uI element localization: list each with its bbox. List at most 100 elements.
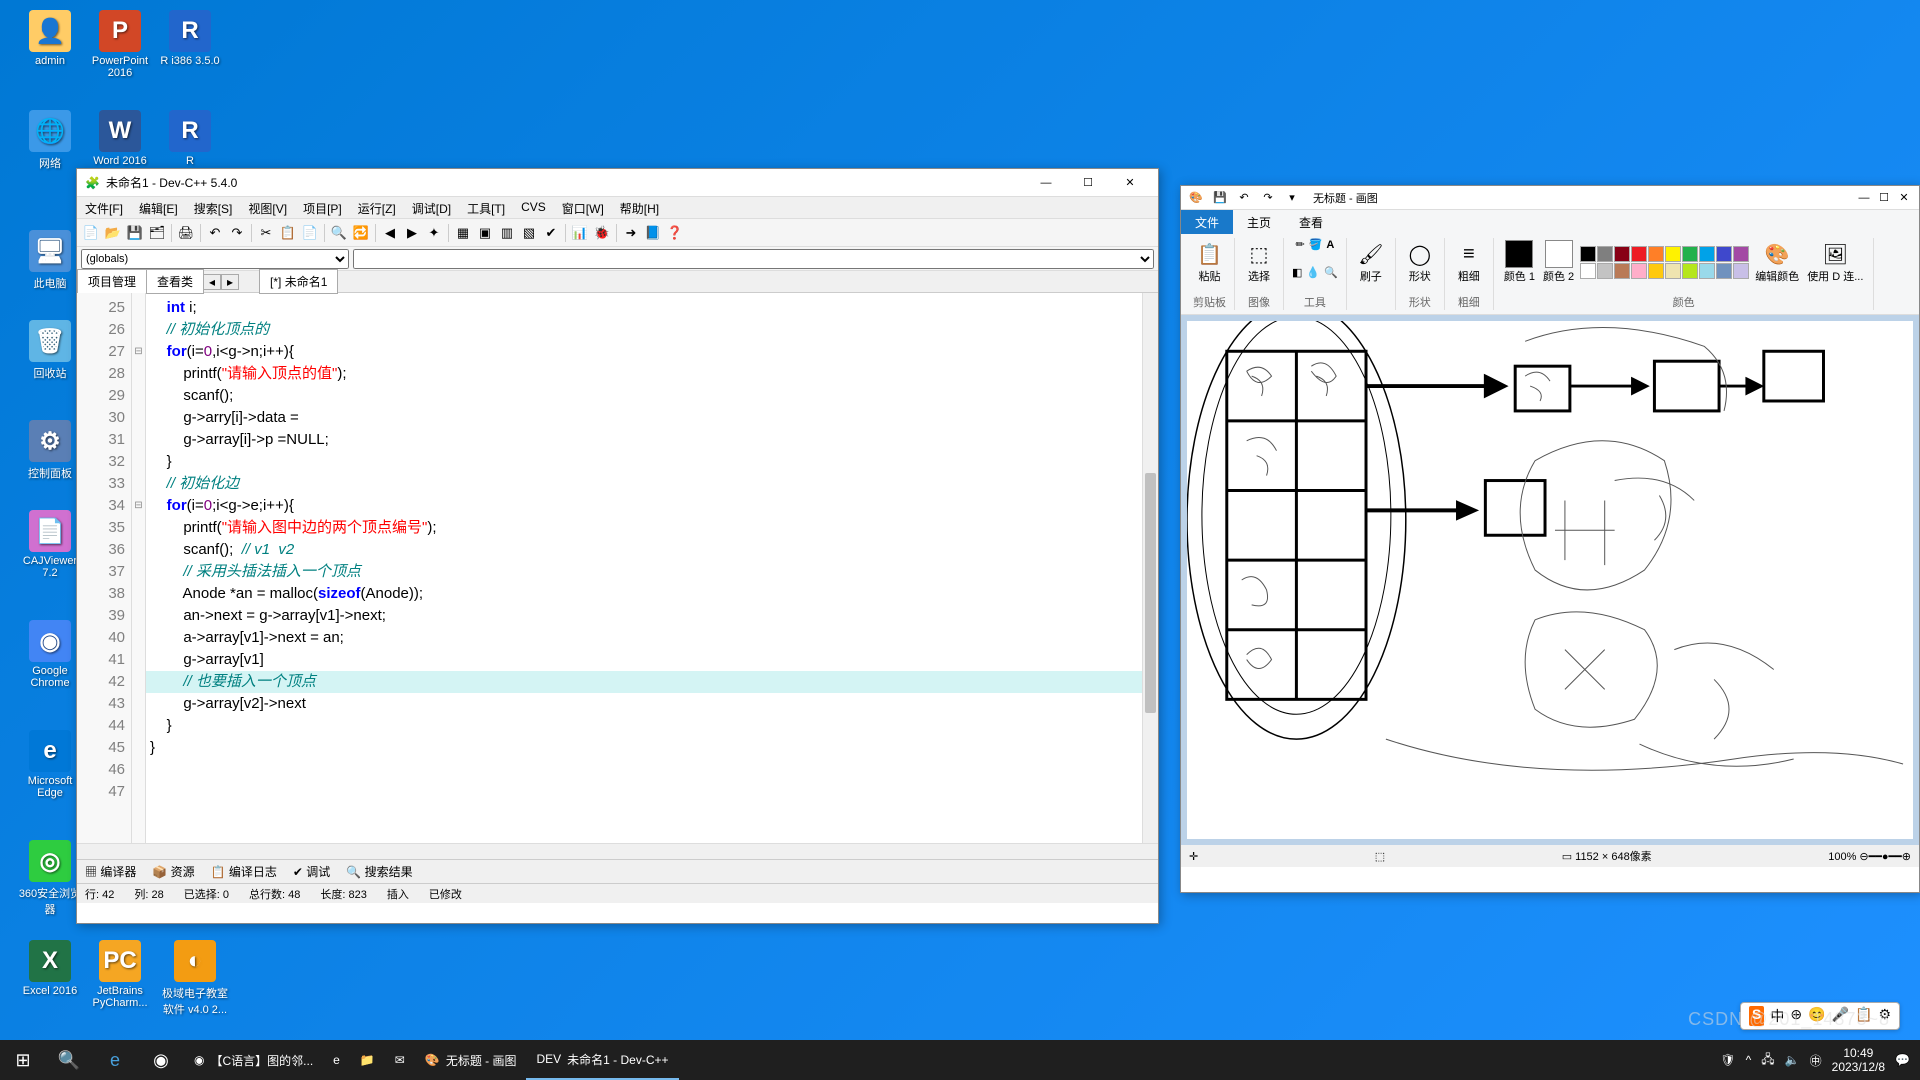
menu-item[interactable]: 运行[Z]: [350, 197, 404, 218]
zoom-icon[interactable]: 🔍: [1324, 266, 1338, 279]
color-swatch[interactable]: [1682, 246, 1698, 262]
color2-button[interactable]: 颜色 2: [1541, 238, 1576, 286]
tray-vol-icon[interactable]: 🔈: [1785, 1053, 1800, 1067]
desktop-icon[interactable]: WWord 2016: [85, 110, 155, 167]
desktop-icon[interactable]: PCJetBrains PyCharm...: [85, 940, 155, 1009]
system-tray[interactable]: 🛡 ^ 🖧 🔈 ㊥ 10:492023/12/8 💬: [1710, 1046, 1920, 1075]
print-icon[interactable]: 🖨: [176, 223, 196, 243]
paste-icon[interactable]: 📄: [300, 223, 320, 243]
color-swatch[interactable]: [1699, 246, 1715, 262]
rebuild-icon[interactable]: ▧: [519, 223, 539, 243]
taskbar-item[interactable]: 🎨无标题 - 画图: [415, 1040, 527, 1080]
minimize-button[interactable]: —: [1026, 171, 1066, 195]
menu-item[interactable]: CVS: [513, 197, 554, 218]
color-palette[interactable]: [1580, 246, 1749, 279]
undo-icon[interactable]: ↶: [205, 223, 225, 243]
color-swatch[interactable]: [1631, 246, 1647, 262]
fwd-icon[interactable]: ▶: [402, 223, 422, 243]
tab-project[interactable]: 项目管理: [77, 269, 147, 294]
redo-icon[interactable]: ↷: [227, 223, 247, 243]
bottom-tab[interactable]: ▦ 编译器: [77, 860, 144, 883]
globals-select[interactable]: (globals): [81, 249, 349, 269]
tab-nav-right[interactable]: ▸: [221, 274, 239, 290]
desktop-icon[interactable]: 🖥此电脑: [15, 230, 85, 291]
tray-shield-icon[interactable]: 🛡: [1720, 1053, 1735, 1067]
devcpp-titlebar[interactable]: 🧩 未命名1 - Dev-C++ 5.4.0 — ☐ ✕: [77, 169, 1158, 197]
menu-item[interactable]: 窗口[W]: [554, 197, 612, 218]
color-swatch[interactable]: [1648, 263, 1664, 279]
vscrollbar[interactable]: [1142, 293, 1158, 843]
debug2-icon[interactable]: 🐞: [592, 223, 612, 243]
pencil-icon[interactable]: ✏: [1295, 238, 1304, 251]
bottom-tab[interactable]: ✔ 调试: [285, 860, 338, 883]
debug-icon[interactable]: ✔: [541, 223, 561, 243]
taskbar-item[interactable]: e: [323, 1040, 350, 1080]
desktop-icon[interactable]: ⚙控制面板: [15, 420, 85, 481]
profile-icon[interactable]: 📊: [570, 223, 590, 243]
bookmark-icon[interactable]: ✦: [424, 223, 444, 243]
start-button[interactable]: ⊞: [0, 1040, 46, 1080]
bottom-tab[interactable]: 📋 编译日志: [203, 860, 285, 883]
minimize-button[interactable]: —: [1855, 189, 1873, 207]
edge-icon[interactable]: e: [92, 1040, 138, 1080]
doc-tab[interactable]: [*] 未命名1: [259, 269, 338, 294]
color-swatch[interactable]: [1580, 246, 1596, 262]
cut-icon[interactable]: ✂: [256, 223, 276, 243]
compilerun-icon[interactable]: ▥: [497, 223, 517, 243]
color-swatch[interactable]: [1733, 246, 1749, 262]
goto-icon[interactable]: ➜: [621, 223, 641, 243]
tab-classes[interactable]: 查看类: [146, 269, 204, 294]
menu-item[interactable]: 文件[F]: [77, 197, 131, 218]
color-swatch[interactable]: [1733, 263, 1749, 279]
menu-item[interactable]: 编辑[E]: [131, 197, 186, 218]
color-swatch[interactable]: [1716, 246, 1732, 262]
menu-item[interactable]: 工具[T]: [459, 197, 513, 218]
fill-icon[interactable]: 🪣: [1309, 238, 1323, 251]
desktop-icon[interactable]: 🌐网络: [15, 110, 85, 171]
open-icon[interactable]: 📂: [103, 223, 123, 243]
select-button[interactable]: ⬚选择: [1243, 238, 1275, 286]
code-editor[interactable]: 2526272829303132333435363738394041424344…: [77, 293, 1158, 843]
desktop-icon[interactable]: XExcel 2016: [15, 940, 85, 997]
maximize-button[interactable]: ☐: [1068, 171, 1108, 195]
code-area[interactable]: int i; // 初始化顶点的 for(i=0,i<g->n;i++){ pr…: [146, 293, 1142, 843]
desktop-icon[interactable]: 👤admin: [15, 10, 85, 67]
desktop-icon[interactable]: ◐极域电子教室软件 v4.0 2...: [160, 940, 230, 1017]
color-swatch[interactable]: [1614, 246, 1630, 262]
saveall-icon[interactable]: 🗂: [147, 223, 167, 243]
menu-item[interactable]: 调试[D]: [404, 197, 459, 218]
desktop-icon[interactable]: RR i386 3.5.0: [155, 10, 225, 67]
edit-colors-button[interactable]: 🎨编辑颜色: [1753, 238, 1801, 286]
help-icon[interactable]: ❓: [665, 223, 685, 243]
menu-item[interactable]: 项目[P]: [295, 197, 350, 218]
color-swatch[interactable]: [1682, 263, 1698, 279]
find-icon[interactable]: 🔍: [329, 223, 349, 243]
text-icon[interactable]: A: [1326, 239, 1334, 251]
tray-up-icon[interactable]: ^: [1746, 1053, 1752, 1067]
chrome-icon[interactable]: ◉: [138, 1040, 184, 1080]
desktop-icon[interactable]: ◉Google Chrome: [15, 620, 85, 689]
paste-button[interactable]: 📋粘贴: [1194, 238, 1226, 286]
tab-view[interactable]: 查看: [1285, 210, 1337, 234]
desktop-icon[interactable]: PPowerPoint 2016: [85, 10, 155, 79]
undo-icon[interactable]: ↶: [1235, 189, 1253, 207]
taskbar-item[interactable]: ✉: [385, 1040, 415, 1080]
maximize-button[interactable]: ☐: [1875, 189, 1893, 207]
desktop-icon[interactable]: ◎360安全浏览器: [15, 840, 85, 917]
back-icon[interactable]: ◀: [380, 223, 400, 243]
color-swatch[interactable]: [1648, 246, 1664, 262]
eraser-icon[interactable]: ◧: [1292, 266, 1302, 279]
size-button[interactable]: ≡粗细: [1453, 238, 1485, 286]
shapes-button[interactable]: ◯形状: [1404, 238, 1436, 286]
close-button[interactable]: ✕: [1110, 171, 1150, 195]
menu-item[interactable]: 帮助[H]: [612, 197, 667, 218]
close-button[interactable]: ✕: [1895, 189, 1913, 207]
notifications-icon[interactable]: 💬: [1895, 1053, 1910, 1067]
new-icon[interactable]: 📄: [81, 223, 101, 243]
globals-select2[interactable]: [353, 249, 1154, 269]
taskbar-item[interactable]: ◉【C语言】图的邻...: [184, 1040, 323, 1080]
replace-icon[interactable]: 🔁: [351, 223, 371, 243]
search-button[interactable]: 🔍: [46, 1040, 92, 1080]
color-swatch[interactable]: [1716, 263, 1732, 279]
edit-3d-button[interactable]: 🖼使用 D 连...: [1805, 238, 1865, 286]
